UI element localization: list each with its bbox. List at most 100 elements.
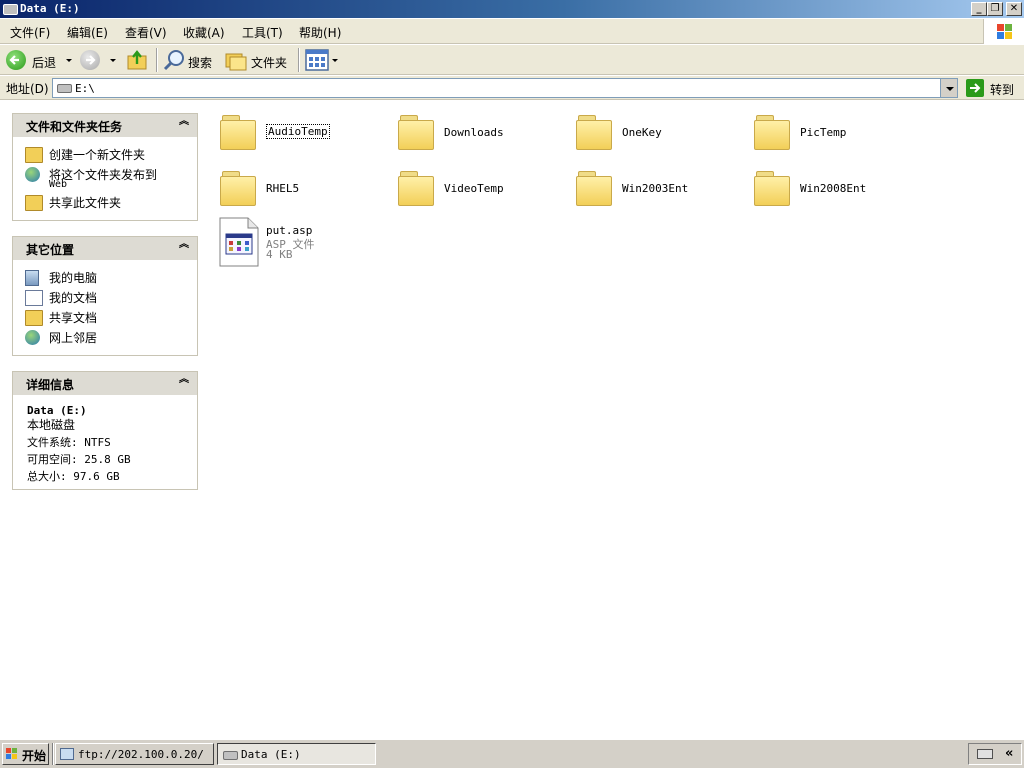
drive-icon xyxy=(57,84,72,93)
file-folder-tasks-panel: 文件和文件夹任务 ︽ 创建一个新文件夹 将这个文件夹发布到 Web 共享此文件夹 xyxy=(12,113,198,221)
detail-total-size: 总大小: 97.6 GB xyxy=(27,470,120,483)
file-folder-tasks-header[interactable]: 文件和文件夹任务 ︽ xyxy=(13,114,197,137)
panel-title: 详细信息 xyxy=(26,378,75,392)
folders-label: 文件夹 xyxy=(251,56,288,70)
go-label: 转到 xyxy=(990,83,1015,97)
address-input[interactable]: E:\ xyxy=(52,78,958,98)
globe-icon xyxy=(25,167,40,182)
collapse-chevron-icon[interactable]: ︽ xyxy=(179,240,189,250)
file-name: Win2008Ent xyxy=(800,182,867,195)
folder-icon xyxy=(574,113,612,150)
chevron-down-icon xyxy=(946,87,954,91)
file-name: RHEL5 xyxy=(266,182,300,195)
folder-icon xyxy=(218,113,256,150)
address-value: E:\ xyxy=(75,82,95,95)
menu-view[interactable]: 查看(V) xyxy=(125,24,167,41)
up-button[interactable] xyxy=(126,48,150,72)
folder-icon xyxy=(574,169,612,206)
search-icon xyxy=(163,50,184,71)
address-bar: 地址(D) E:\ 转到 xyxy=(0,76,1024,100)
drive-icon xyxy=(3,4,18,15)
folder-item[interactable]: Downloads xyxy=(396,111,566,159)
address-dropdown-button[interactable] xyxy=(940,79,957,97)
menu-tools[interactable]: 工具(T) xyxy=(242,24,283,41)
go-button[interactable]: 转到 xyxy=(964,78,1020,98)
documents-icon xyxy=(25,290,43,306)
folder-item[interactable]: PicTemp xyxy=(752,111,922,159)
collapse-chevron-icon[interactable]: ︽ xyxy=(179,117,189,127)
file-name: AudioTemp xyxy=(266,124,330,139)
back-arrow-icon xyxy=(6,50,26,70)
standard-toolbar: 后退 搜索 文件夹 xyxy=(0,45,1024,75)
address-label: 地址(D) xyxy=(6,82,49,96)
file-name: PicTemp xyxy=(800,126,847,139)
new-folder-icon xyxy=(25,147,43,163)
back-dropdown-icon[interactable] xyxy=(66,59,72,62)
task-pane: 文件和文件夹任务 ︽ 创建一个新文件夹 将这个文件夹发布到 Web 共享此文件夹… xyxy=(0,101,210,738)
detail-type: 本地磁盘 xyxy=(27,418,76,432)
file-list-view[interactable]: AudioTemp Downloads OneKey PicTemp RHEL5… xyxy=(210,101,1024,738)
folder-item[interactable]: AudioTemp xyxy=(218,111,388,159)
windows-logo-icon xyxy=(983,19,1024,44)
folder-icon xyxy=(218,169,256,206)
file-name: VideoTemp xyxy=(444,182,504,195)
folders-icon xyxy=(225,53,247,71)
share-folder-icon xyxy=(25,195,43,211)
network-icon xyxy=(25,330,40,345)
views-dropdown-icon[interactable] xyxy=(332,59,338,62)
folder-icon xyxy=(396,169,434,206)
folder-icon xyxy=(25,310,43,326)
title-bar[interactable]: Data (E:) _ ❐ ✕ xyxy=(0,0,1024,18)
search-button[interactable]: 搜索 xyxy=(162,48,218,72)
task-label: 创建一个新文件夹 xyxy=(49,148,146,162)
panel-title: 其它位置 xyxy=(26,243,75,257)
computer-icon xyxy=(25,270,39,286)
file-item[interactable]: put.asp ASP 文件 4 KB xyxy=(218,217,388,271)
close-button[interactable]: ✕ xyxy=(1006,2,1022,16)
start-button[interactable]: 开始 xyxy=(2,743,49,765)
menu-favorites[interactable]: 收藏(A) xyxy=(183,24,225,41)
place-label: 我的电脑 xyxy=(49,271,98,285)
folder-item[interactable]: Win2008Ent xyxy=(752,167,922,215)
taskbar: 开始 ftp://202.100.0.20/ Data (E:) « xyxy=(0,739,1024,768)
place-label: 网上邻居 xyxy=(49,331,98,345)
details-panel: 详细信息 ︽ Data (E:) 本地磁盘 文件系统: NTFS 可用空间: 2… xyxy=(12,371,198,490)
views-icon xyxy=(305,49,329,71)
taskbar-label: ftp://202.100.0.20/ xyxy=(78,748,204,761)
restore-button[interactable]: ❐ xyxy=(987,2,1003,16)
file-name: Downloads xyxy=(444,126,504,139)
forward-dropdown-icon[interactable] xyxy=(110,59,116,62)
detail-filesystem: 文件系统: NTFS xyxy=(27,436,111,449)
folders-button[interactable]: 文件夹 xyxy=(224,48,292,72)
menu-help[interactable]: 帮助(H) xyxy=(299,24,341,41)
taskbar-label: Data (E:) xyxy=(241,748,301,761)
folder-item[interactable]: Win2003Ent xyxy=(574,167,744,215)
menu-edit[interactable]: 编辑(E) xyxy=(67,24,108,41)
system-tray: « xyxy=(968,743,1022,765)
keyboard-icon[interactable] xyxy=(977,749,993,759)
minimize-button[interactable]: _ xyxy=(971,2,987,16)
menu-file[interactable]: 文件(F) xyxy=(10,24,50,41)
taskbar-button-ftp[interactable]: ftp://202.100.0.20/ xyxy=(55,743,214,765)
details-header[interactable]: 详细信息 ︽ xyxy=(13,372,197,395)
go-arrow-icon xyxy=(966,79,984,97)
up-folder-icon xyxy=(127,50,147,70)
window-title: Data (E:) xyxy=(20,2,80,15)
collapse-chevron-icon[interactable]: ︽ xyxy=(179,375,189,385)
place-label: 我的文档 xyxy=(49,291,98,305)
forward-button[interactable] xyxy=(80,48,120,72)
tray-expand-chevron[interactable]: « xyxy=(1005,746,1013,761)
folder-item[interactable]: RHEL5 xyxy=(218,167,388,215)
folder-item[interactable]: OneKey xyxy=(574,111,744,159)
place-label: 共享文档 xyxy=(49,311,98,325)
folder-item[interactable]: VideoTemp xyxy=(396,167,566,215)
asp-file-icon xyxy=(219,217,259,267)
taskbar-button-data[interactable]: Data (E:) xyxy=(217,743,376,765)
other-places-header[interactable]: 其它位置 ︽ xyxy=(13,237,197,260)
panel-title: 文件和文件夹任务 xyxy=(26,120,123,134)
back-button[interactable]: 后退 xyxy=(4,48,76,72)
folder-icon xyxy=(752,113,790,150)
views-button[interactable] xyxy=(305,48,339,72)
file-name: OneKey xyxy=(622,126,662,139)
windows-logo-icon xyxy=(6,748,18,760)
